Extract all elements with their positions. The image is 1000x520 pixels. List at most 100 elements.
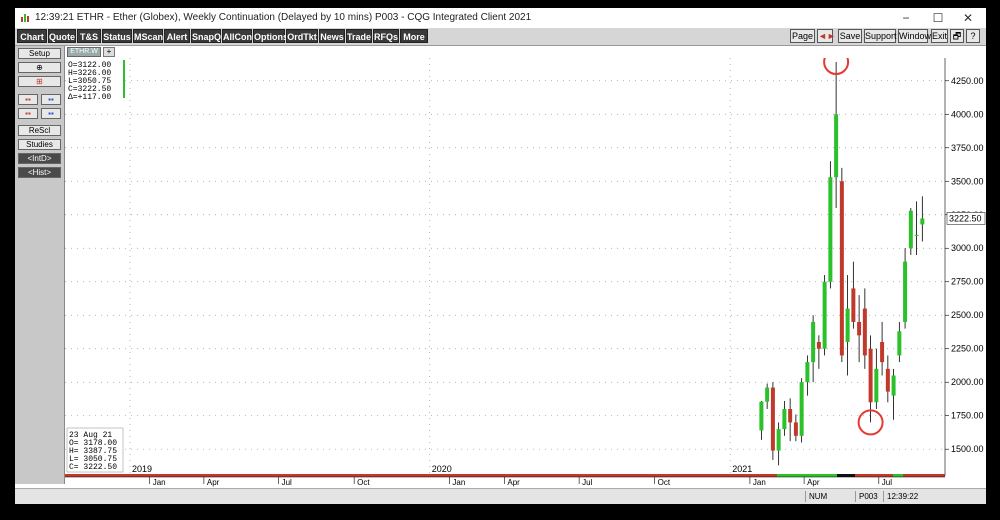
setup-button[interactable]: Setup — [18, 48, 61, 59]
page-arrows-button[interactable]: ◄► — [817, 29, 836, 43]
x-tick-label: Oct — [658, 478, 671, 487]
toolbar-chart-button[interactable]: Chart — [17, 29, 47, 43]
x-tick-label: Apr — [507, 478, 520, 487]
add-tab-button[interactable]: + — [103, 47, 115, 57]
header-info-line: Δ=+117.00 — [68, 93, 111, 102]
candle-down — [857, 321, 862, 336]
title-time: 12:39:21 — [35, 12, 74, 23]
toolbar-options-button[interactable]: Options — [253, 29, 288, 43]
toolbar-trade-button[interactable]: Trade — [346, 29, 372, 43]
candle-down — [788, 409, 793, 423]
toolbar-allcon-button[interactable]: AllCon — [222, 29, 252, 43]
x-tick-label: Apr — [807, 478, 820, 487]
candle-down — [862, 308, 867, 356]
y-tick-label: 2250.00 — [951, 344, 984, 354]
candle-down — [868, 348, 873, 403]
intraday-button[interactable]: <IntD> — [18, 153, 61, 164]
num-lock-status: NUM — [805, 491, 849, 502]
toolbar-snapq-button[interactable]: SnapQ — [191, 29, 221, 43]
tab-ethr-w[interactable]: ETHR.W — [67, 47, 101, 57]
y-tick-label: 4000.00 — [951, 109, 984, 119]
maximize-button[interactable]: ☐ — [925, 10, 951, 26]
chart-background — [65, 58, 986, 488]
draw-tool-2-icon[interactable]: ▪▪ — [41, 94, 61, 105]
candle-up — [874, 368, 879, 403]
close-button[interactable]: ✕ — [955, 10, 981, 26]
candle-up — [799, 382, 804, 436]
candle-down — [851, 288, 856, 322]
price-chart[interactable]: 1500.00 1750.00 2000.00 2250.00 2500.00 2750.… — [65, 58, 986, 488]
candle-up — [822, 281, 827, 349]
toolbar-rfqs-button[interactable]: RFQs — [373, 29, 399, 43]
y-tick-label: 3750.00 — [951, 143, 984, 153]
y-tick-label: 2750.00 — [951, 277, 984, 287]
x-axis-highlight-green-2 — [893, 474, 903, 477]
restore-icon[interactable]: 🗗 — [950, 29, 964, 43]
toolbar-ordtkt-button[interactable]: OrdTkt — [286, 29, 318, 43]
candle-up — [897, 331, 902, 356]
toolbar-mscan-button[interactable]: MScan — [133, 29, 163, 43]
draw-tool-4-icon[interactable]: ▪▪ — [41, 108, 61, 119]
studies-button[interactable]: Studies — [18, 139, 61, 150]
candle-up — [828, 177, 833, 282]
help-icon[interactable]: ? — [966, 29, 980, 43]
title-text: ETHR - Ether (Globex), Weekly Continuati… — [76, 12, 532, 23]
candle-down — [793, 422, 798, 436]
candle-up — [805, 362, 810, 383]
history-button[interactable]: <Hist> — [18, 167, 61, 178]
y-tick-label: 2000.00 — [951, 377, 984, 387]
x-tick-label: Apr — [207, 478, 220, 487]
candle-up — [920, 218, 925, 225]
x-tick-label: Jan — [753, 478, 766, 487]
support-button[interactable]: Support — [864, 29, 897, 43]
app-icon — [21, 14, 29, 22]
x-year-label: 2019 — [132, 464, 152, 474]
zoom-icon[interactable]: ⊕ — [18, 62, 61, 73]
y-tick-label: 3500.00 — [951, 176, 984, 186]
toolbar-quote-button[interactable]: Quote — [48, 29, 76, 43]
candle-up — [845, 308, 850, 343]
candle-up — [782, 409, 787, 430]
toolbar-status-button[interactable]: Status — [102, 29, 132, 43]
page-status: P003 — [855, 491, 883, 502]
x-year-label: 2021 — [732, 464, 752, 474]
main-toolbar: Chart Quote T&S Status MScan Alert SnapQ AllCon… — [15, 28, 986, 46]
x-tick-label: Oct — [357, 478, 370, 487]
x-axis-highlight-black — [837, 474, 855, 477]
title-bar: 12:39:21 ETHR - Ether (Globex), Weekly C… — [15, 8, 986, 28]
candle-up — [891, 375, 896, 396]
x-tick-label: Jul — [882, 478, 892, 487]
x-tick-label: Jan — [153, 478, 166, 487]
toolbar-alert-button[interactable]: Alert — [164, 29, 190, 43]
window-title: 12:39:21 ETHR - Ether (Globex), Weekly C… — [35, 12, 531, 23]
toolbar-news-button[interactable]: News — [319, 29, 345, 43]
y-tick-label: 1750.00 — [951, 411, 984, 421]
draw-tool-3-icon[interactable]: ▪▪ — [18, 108, 38, 119]
draw-tool-1-icon[interactable]: ▪▪ — [18, 94, 38, 105]
chart-tabs: ETHR.W + — [65, 46, 125, 58]
crosshair-icon[interactable]: ⊞ — [18, 76, 61, 87]
toolbar-ts-button[interactable]: T&S — [77, 29, 101, 43]
save-button[interactable]: Save — [838, 29, 862, 43]
candle-up — [903, 261, 908, 322]
candle-down — [770, 387, 775, 451]
candle-down — [816, 342, 821, 349]
candle-down — [839, 181, 844, 356]
candle-up — [811, 321, 816, 363]
header-info-bar — [123, 60, 125, 98]
left-sidebar: Setup ⊕ ⊞ ▪▪ ▪▪ ▪▪ ▪▪ ReScl Studies <Int… — [15, 46, 65, 484]
page-button[interactable]: Page — [790, 29, 815, 43]
candle-up — [914, 234, 919, 236]
y-tick-label: 1500.00 — [951, 444, 984, 454]
exit-button[interactable]: Exit — [931, 29, 948, 43]
x-tick-label: Jul — [582, 478, 592, 487]
candle-down — [885, 368, 890, 392]
x-tick-label: Jan — [452, 478, 465, 487]
window-button[interactable]: Window — [898, 29, 931, 43]
minimize-button[interactable]: − — [893, 10, 919, 26]
rescale-button[interactable]: ReScl — [18, 125, 61, 136]
toolbar-more-button[interactable]: More — [400, 29, 428, 43]
y-tick-label: 2500.00 — [951, 310, 984, 320]
last-price-label: 3222.50 — [949, 213, 982, 223]
x-year-label: 2020 — [432, 464, 452, 474]
